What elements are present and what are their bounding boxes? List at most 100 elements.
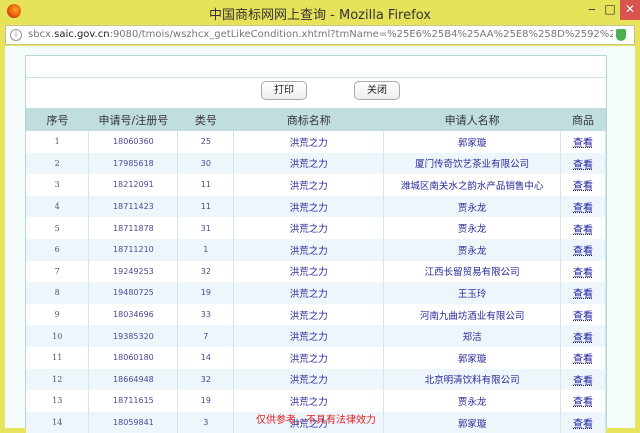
row-number: 11	[26, 346, 90, 369]
application-number: 18212091	[88, 174, 179, 196]
row-number: 3	[26, 174, 90, 196]
application-number: 19249253	[88, 260, 179, 283]
view-link[interactable]: 查看	[560, 346, 606, 369]
applicant-name: 贾永龙	[383, 390, 561, 412]
applicant-name: 贾永龙	[383, 217, 561, 239]
table-row: 10 19385320 7 洪荒之力 郑洁 查看	[26, 325, 606, 347]
column-header: 商品	[560, 108, 606, 131]
table-row: 12 18664948 32 洪荒之力 北京明清饮料有限公司 查看	[26, 368, 606, 391]
trademark-name: 洪荒之力	[233, 174, 385, 196]
table-row: 8 19480725 19 洪荒之力 王玉玲 查看	[26, 282, 606, 304]
panel-top-row	[26, 56, 606, 78]
class-number: 32	[177, 260, 235, 283]
trademark-name: 洪荒之力	[233, 368, 385, 391]
view-link[interactable]: 查看	[560, 282, 606, 304]
table-row: 11 18060180 14 洪荒之力 郭家璇 查看	[26, 346, 606, 369]
url-path: :9080/tmois/wszhcx_getLikeCondition.xhtm…	[109, 29, 613, 40]
view-link[interactable]: 查看	[560, 325, 606, 347]
column-header: 商标名称	[233, 108, 384, 131]
view-link[interactable]: 查看	[560, 260, 606, 283]
applicant-name: 河南九曲坊酒业有限公司	[383, 303, 561, 326]
class-number: 31	[177, 217, 235, 239]
class-number: 33	[177, 303, 235, 326]
application-number: 17985618	[88, 152, 179, 175]
close-window-button[interactable]: ✕	[620, 0, 640, 20]
table-row: 4 18711423 11 洪荒之力 贾永龙 查看	[26, 195, 606, 218]
applicant-name: 王玉玲	[383, 282, 561, 304]
row-number: 6	[26, 238, 90, 261]
column-header: 申请人名称	[383, 108, 561, 131]
applicant-name: 郭家璇	[383, 346, 561, 369]
view-link[interactable]: 查看	[560, 303, 606, 326]
view-link[interactable]: 查看	[560, 217, 606, 239]
applicant-name: 潍城区南关水之韵水产品销售中心	[383, 174, 561, 196]
results-table: 序号 申请号/注册号 类号 商标名称 申请人名称 商品 1 18060360 25 洪荒之力 郭家…	[26, 108, 606, 433]
class-number: 1	[177, 238, 235, 261]
info-icon[interactable]: i	[10, 29, 22, 41]
trademark-name: 洪荒之力	[233, 217, 385, 239]
class-number: 11	[177, 174, 235, 196]
shield-icon[interactable]	[616, 29, 626, 41]
application-number: 18664948	[88, 368, 179, 391]
view-link[interactable]: 查看	[560, 368, 606, 391]
class-number: 7	[177, 325, 235, 347]
class-number: 19	[177, 390, 235, 412]
trademark-name: 洪荒之力	[233, 260, 385, 283]
trademark-name: 洪荒之力	[233, 195, 385, 218]
column-header: 序号	[26, 108, 89, 131]
print-button[interactable]: 打印	[261, 81, 307, 100]
application-number: 18034696	[88, 303, 179, 326]
application-number: 18711615	[88, 390, 179, 412]
trademark-name: 洪荒之力	[233, 131, 385, 153]
results-panel: 打印 关闭 序号 申请号/注册号 类号 商标名称 申请人名称 商品 1 18060360 25…	[25, 55, 607, 433]
view-link[interactable]: 查看	[560, 174, 606, 196]
class-number: 32	[177, 368, 235, 391]
window-title: 中国商标网网上查询 - Mozilla Firefox	[209, 8, 431, 23]
close-button[interactable]: 关闭	[354, 81, 400, 100]
application-number: 18060360	[88, 131, 179, 153]
applicant-name: 北京明清饮料有限公司	[383, 368, 561, 391]
row-number: 8	[26, 282, 90, 304]
row-number: 2	[26, 152, 90, 175]
applicant-name: 郭家璇	[383, 131, 561, 153]
url-text[interactable]: sbcx.saic.gov.cn:9080/tmois/wszhcx_getLi…	[28, 29, 613, 40]
applicant-name: 厦门传奇饮艺茶业有限公司	[383, 152, 561, 175]
view-link[interactable]: 查看	[560, 195, 606, 218]
class-number: 14	[177, 346, 235, 369]
view-link[interactable]: 查看	[560, 238, 606, 261]
column-header: 申请号/注册号	[88, 108, 178, 131]
applicant-name: 江西长留贸易有限公司	[383, 260, 561, 283]
class-number: 25	[177, 131, 235, 153]
url-bar[interactable]: i sbcx.saic.gov.cn:9080/tmois/wszhcx_get…	[5, 25, 635, 45]
view-link[interactable]: 查看	[560, 390, 606, 412]
trademark-name: 洪荒之力	[233, 238, 385, 261]
application-number: 18711210	[88, 238, 179, 261]
window-titlebar: 中国商标网网上查询 - Mozilla Firefox ‒ □ ✕	[0, 0, 640, 24]
url-prefix: sbcx.	[28, 29, 55, 40]
trademark-name: 洪荒之力	[233, 390, 385, 412]
applicant-name: 郑洁	[383, 325, 561, 347]
class-number: 19	[177, 282, 235, 304]
table-row: 9 18034696 33 洪荒之力 河南九曲坊酒业有限公司 查看	[26, 303, 606, 326]
applicant-name: 贾永龙	[383, 195, 561, 218]
trademark-name: 洪荒之力	[233, 282, 385, 304]
disclaimer: 仅供参考，不具有法律效力	[256, 415, 376, 426]
view-link[interactable]: 查看	[560, 152, 606, 175]
row-number: 9	[26, 303, 90, 326]
application-number: 19480725	[88, 282, 179, 304]
table-row: 13 18711615 19 洪荒之力 贾永龙 查看	[26, 390, 606, 412]
row-number: 13	[26, 390, 90, 412]
row-number: 4	[26, 195, 90, 218]
table-row: 1 18060360 25 洪荒之力 郭家璇 查看	[26, 131, 606, 153]
view-link[interactable]: 查看	[560, 131, 606, 153]
application-number: 19385320	[88, 325, 179, 347]
trademark-name: 洪荒之力	[233, 152, 385, 175]
class-number: 11	[177, 195, 235, 218]
trademark-name: 洪荒之力	[233, 325, 385, 347]
row-number: 12	[26, 368, 90, 391]
row-number: 5	[26, 217, 90, 239]
maximize-button[interactable]: □	[603, 0, 617, 20]
minimize-button[interactable]: ‒	[585, 0, 599, 20]
url-domain: saic.gov.cn	[54, 29, 110, 40]
table-row: 3 18212091 11 洪荒之力 潍城区南关水之韵水产品销售中心 查看	[26, 174, 606, 196]
